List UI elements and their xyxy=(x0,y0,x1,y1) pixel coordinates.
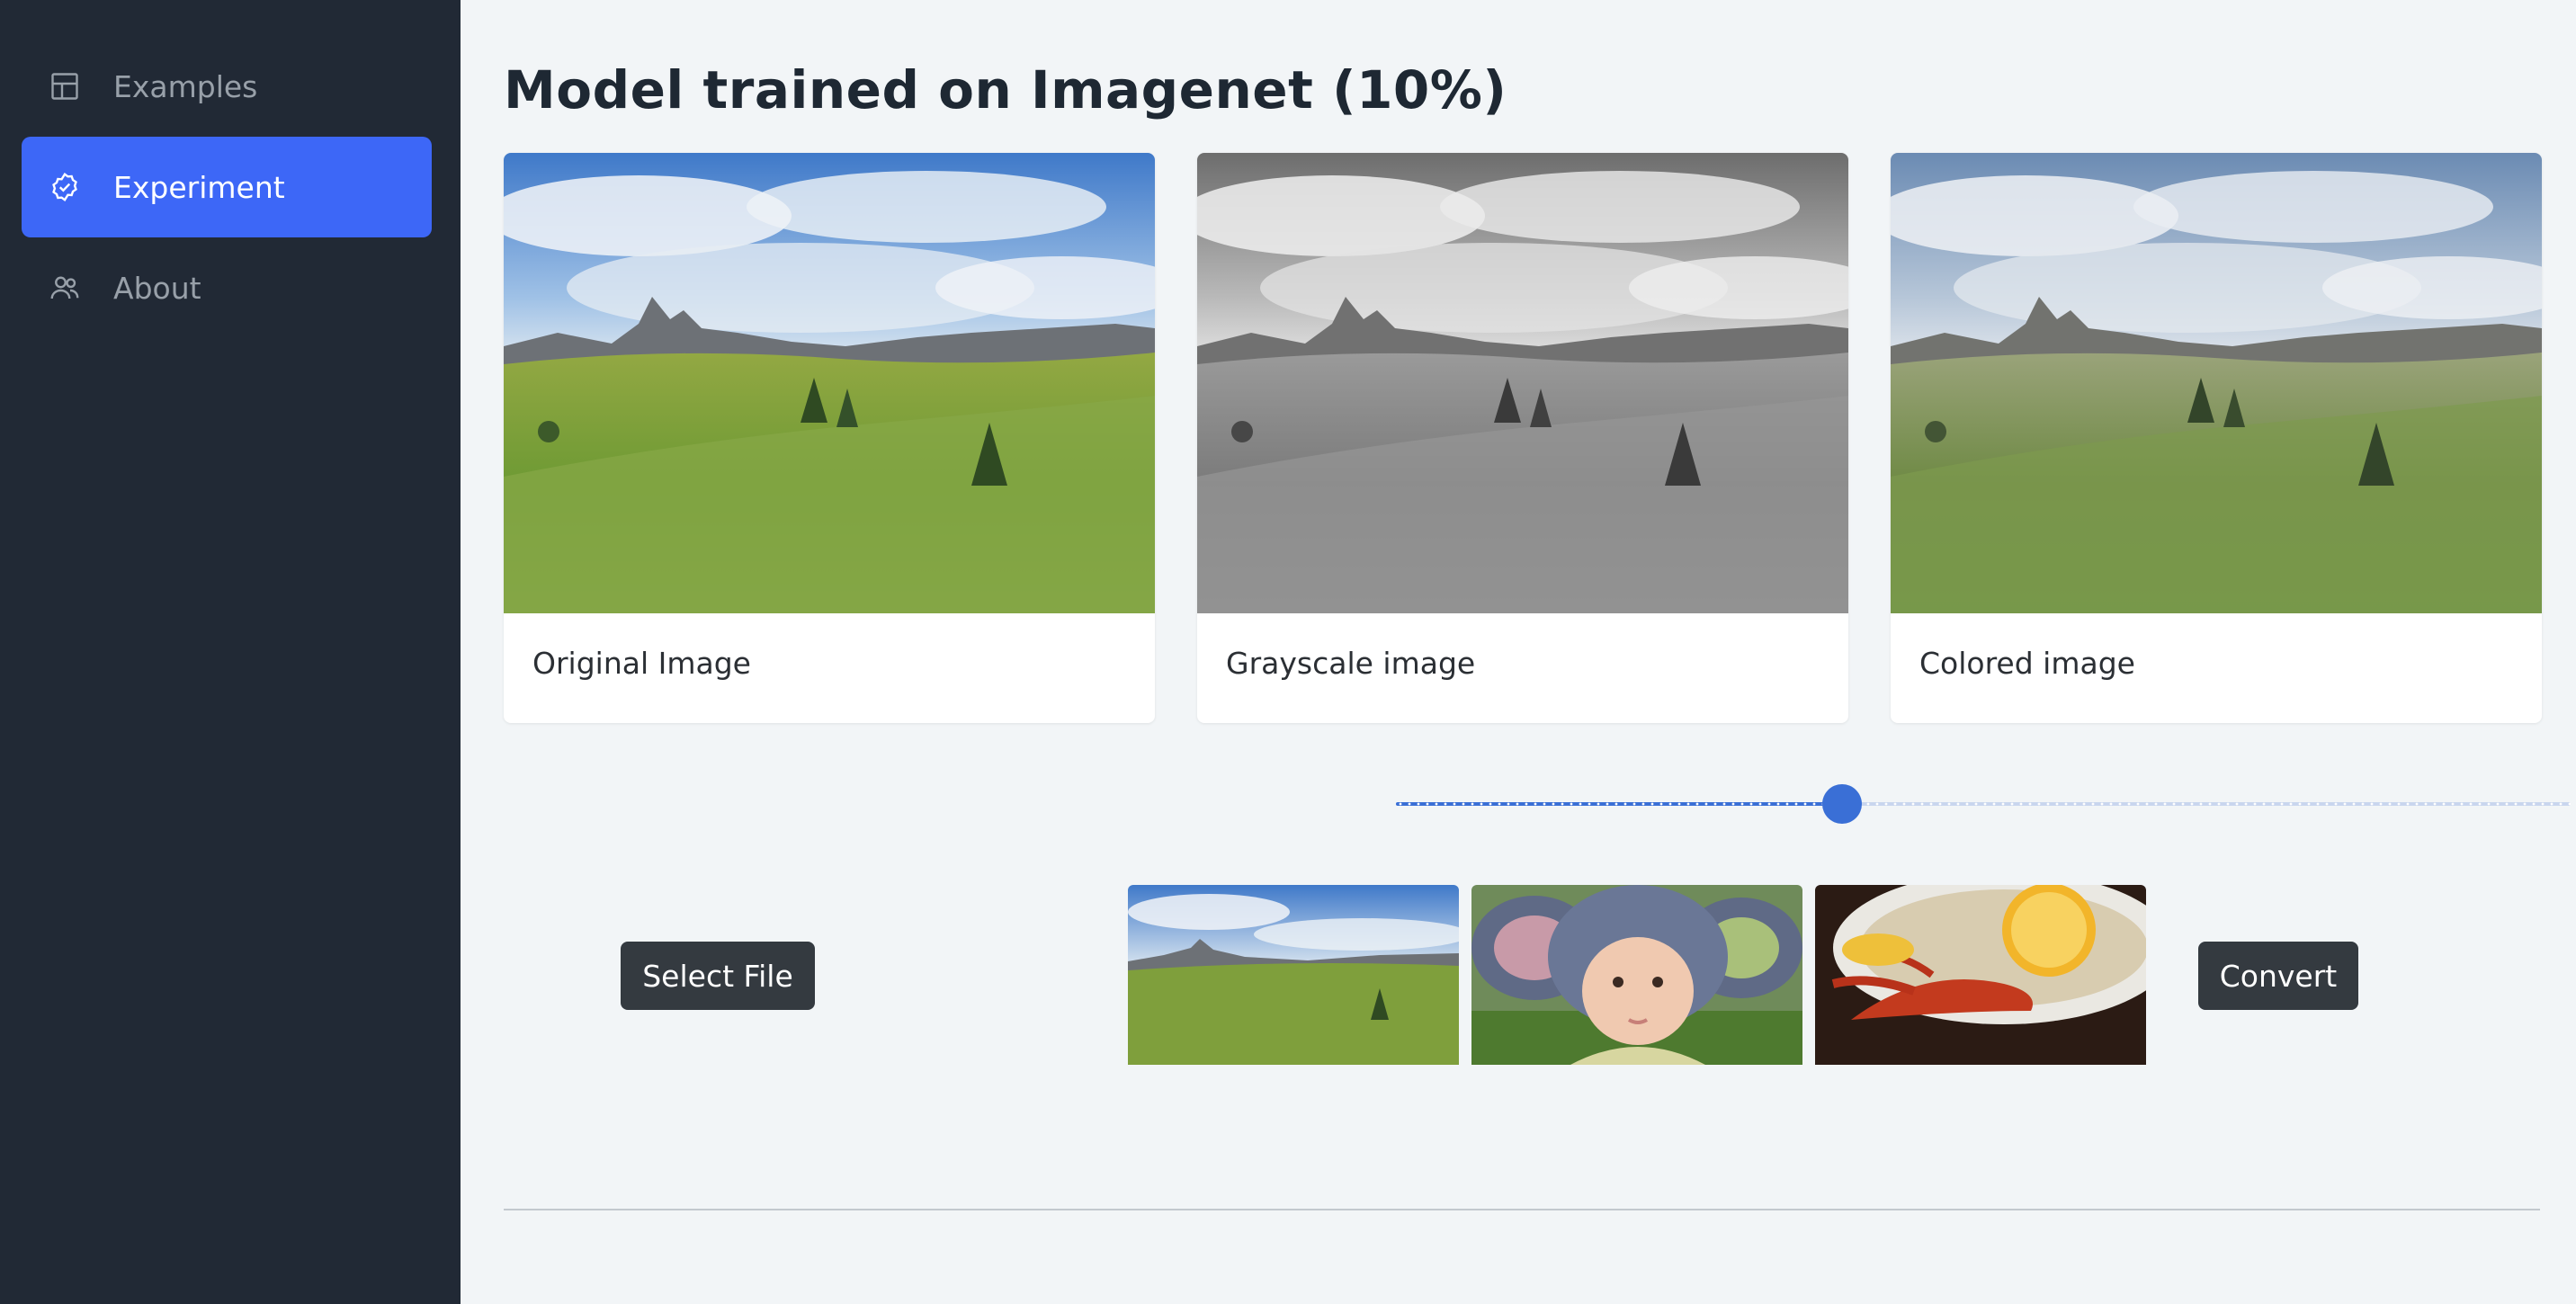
bottom-divider xyxy=(504,1209,2540,1210)
sidebar-item-about[interactable]: About xyxy=(22,237,432,338)
slider-thumb[interactable] xyxy=(1822,784,1863,824)
original-image xyxy=(504,153,1155,613)
card-caption: Colored image xyxy=(1919,646,2135,681)
colored-image-card: Colored image xyxy=(1891,153,2542,723)
convert-button[interactable]: Convert xyxy=(2198,942,2358,1010)
sidebar-item-examples[interactable]: Examples xyxy=(22,36,432,137)
slider-ticks xyxy=(1396,802,2571,806)
sidebar-item-label: Experiment xyxy=(113,169,285,205)
sample-image-baby[interactable] xyxy=(1471,885,1802,1065)
sidebar-item-experiment[interactable]: Experiment xyxy=(22,137,432,237)
sidebar-item-label: About xyxy=(113,270,201,306)
comparison-slider[interactable] xyxy=(1396,784,2571,824)
page-title: Model trained on Imagenet (10%) xyxy=(504,59,1507,121)
grayscale-image xyxy=(1197,153,1848,613)
sidebar-item-label: Examples xyxy=(113,68,258,104)
sidebar: Examples Experiment About xyxy=(0,0,461,1304)
users-icon xyxy=(49,272,81,304)
layout-icon xyxy=(49,70,81,103)
main-content: Model trained on Imagenet (10%) Original… xyxy=(461,0,2576,1304)
card-caption: Original Image xyxy=(532,646,751,681)
sample-image-landscape[interactable] xyxy=(1128,885,1459,1065)
original-image-card: Original Image xyxy=(504,153,1155,723)
select-file-button[interactable]: Select File xyxy=(621,942,815,1010)
colored-image xyxy=(1891,153,2542,613)
check-badge-icon xyxy=(49,171,81,203)
sample-image-crayfish[interactable] xyxy=(1815,885,2146,1065)
grayscale-image-card: Grayscale image xyxy=(1197,153,1848,723)
card-caption: Grayscale image xyxy=(1226,646,1476,681)
